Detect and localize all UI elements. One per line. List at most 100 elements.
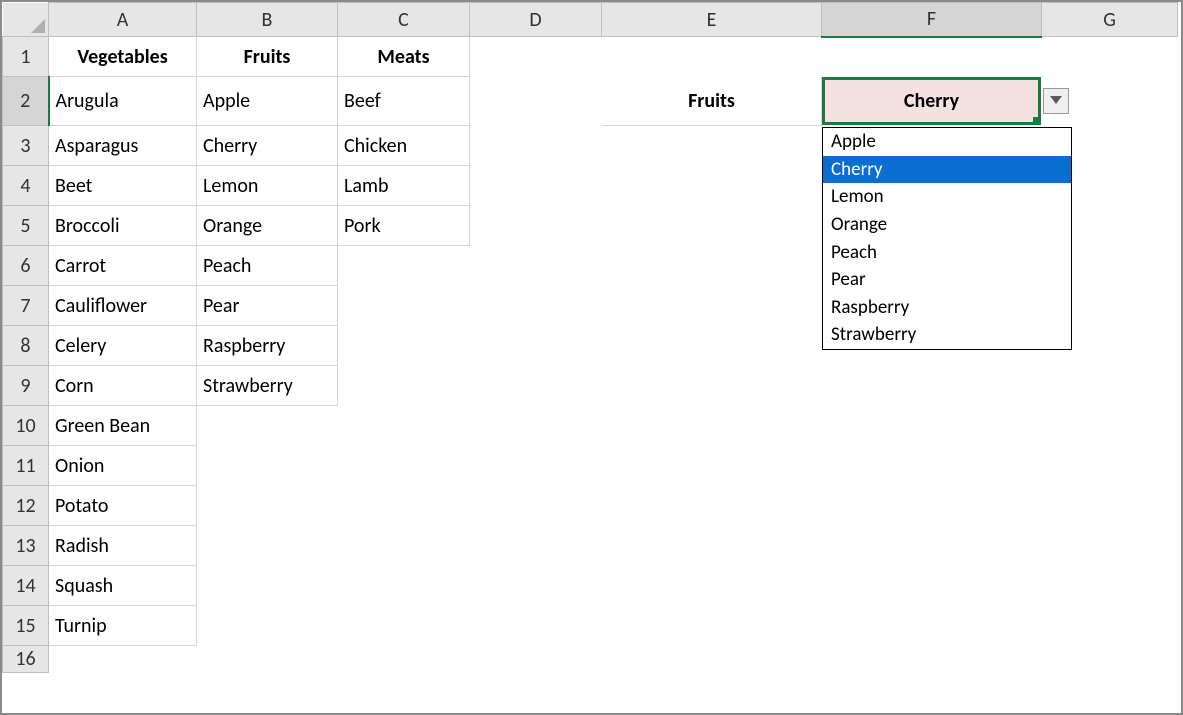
cell-C5[interactable]: Pork [338, 206, 470, 246]
cell-E16[interactable] [602, 646, 822, 673]
cell-E4[interactable] [602, 166, 822, 206]
cell-D11[interactable] [470, 446, 602, 486]
cell-A12[interactable]: Potato [49, 486, 197, 526]
col-header-G[interactable]: G [1042, 3, 1178, 37]
cell-D5[interactable] [470, 206, 602, 246]
cell-B12[interactable] [197, 486, 338, 526]
cell-E6[interactable] [602, 246, 822, 286]
col-header-E[interactable]: E [602, 3, 822, 37]
row-header-8[interactable]: 8 [3, 326, 49, 366]
cell-E1[interactable] [602, 37, 822, 77]
col-header-F[interactable]: F [822, 3, 1042, 37]
cell-F14[interactable] [822, 566, 1042, 606]
col-header-C[interactable]: C [338, 3, 470, 37]
cell-B13[interactable] [197, 526, 338, 566]
cell-C9[interactable] [338, 366, 470, 406]
cell-C13[interactable] [338, 526, 470, 566]
cell-A9[interactable]: Corn [49, 366, 197, 406]
cell-D3[interactable] [470, 126, 602, 166]
cell-B5[interactable]: Orange [197, 206, 338, 246]
cell-A11[interactable]: Onion [49, 446, 197, 486]
cell-C8[interactable] [338, 326, 470, 366]
cell-A13[interactable]: Radish [49, 526, 197, 566]
cell-C2[interactable]: Beef [338, 77, 470, 126]
cell-C16[interactable] [338, 646, 470, 673]
dropdown-option[interactable]: Pear [823, 266, 1071, 294]
cell-F2[interactable]: Cherry Apple Cherry Lemon Orange Peach P… [822, 77, 1042, 126]
row-header-7[interactable]: 7 [3, 286, 49, 326]
cell-A7[interactable]: Cauliflower [49, 286, 197, 326]
cell-E11[interactable] [602, 446, 822, 486]
cell-F1[interactable] [822, 37, 1042, 77]
row-header-2[interactable]: 2 [3, 77, 49, 126]
cell-C4[interactable]: Lamb [338, 166, 470, 206]
cell-G9[interactable] [1042, 366, 1178, 406]
cell-C7[interactable] [338, 286, 470, 326]
cell-E2-category[interactable]: Fruits [602, 77, 822, 126]
cell-C15[interactable] [338, 606, 470, 646]
row-header-10[interactable]: 10 [3, 406, 49, 446]
select-all-corner[interactable] [3, 3, 49, 37]
cell-B1[interactable]: Fruits [197, 37, 338, 77]
dropdown-option[interactable]: Apple [823, 128, 1071, 156]
row-header-4[interactable]: 4 [3, 166, 49, 206]
cell-G13[interactable] [1042, 526, 1178, 566]
cell-B8[interactable]: Raspberry [197, 326, 338, 366]
cell-F12[interactable] [822, 486, 1042, 526]
cell-D6[interactable] [470, 246, 602, 286]
cell-C11[interactable] [338, 446, 470, 486]
cell-B2[interactable]: Apple [197, 77, 338, 126]
grid-body[interactable]: 1 Vegetables Fruits Meats 2 Arugula Appl… [3, 37, 1178, 673]
cell-F10[interactable] [822, 406, 1042, 446]
cell-C1[interactable]: Meats [338, 37, 470, 77]
cell-E10[interactable] [602, 406, 822, 446]
cell-D13[interactable] [470, 526, 602, 566]
cell-D7[interactable] [470, 286, 602, 326]
cell-A15[interactable]: Turnip [49, 606, 197, 646]
cell-B11[interactable] [197, 446, 338, 486]
cell-D1[interactable] [470, 37, 602, 77]
cell-F13[interactable] [822, 526, 1042, 566]
cell-B16[interactable] [197, 646, 338, 673]
cell-E14[interactable] [602, 566, 822, 606]
cell-B14[interactable] [197, 566, 338, 606]
cell-F16[interactable] [822, 646, 1042, 673]
cell-C14[interactable] [338, 566, 470, 606]
dropdown-list[interactable]: Apple Cherry Lemon Orange Peach Pear Ras… [822, 127, 1072, 350]
cell-F9[interactable] [822, 366, 1042, 406]
row-header-11[interactable]: 11 [3, 446, 49, 486]
cell-D16[interactable] [470, 646, 602, 673]
cell-D12[interactable] [470, 486, 602, 526]
selected-value-cell[interactable]: Cherry [822, 77, 1041, 125]
row-header-14[interactable]: 14 [3, 566, 49, 606]
cell-A10[interactable]: Green Bean [49, 406, 197, 446]
cell-G10[interactable] [1042, 406, 1178, 446]
cell-C6[interactable] [338, 246, 470, 286]
row-header-1[interactable]: 1 [3, 37, 49, 77]
cell-E9[interactable] [602, 366, 822, 406]
col-header-A[interactable]: A [49, 3, 197, 37]
cell-B15[interactable] [197, 606, 338, 646]
cell-A16[interactable] [49, 646, 197, 673]
cell-E7[interactable] [602, 286, 822, 326]
cell-C12[interactable] [338, 486, 470, 526]
cell-B6[interactable]: Peach [197, 246, 338, 286]
cell-G15[interactable] [1042, 606, 1178, 646]
cell-A5[interactable]: Broccoli [49, 206, 197, 246]
cell-E5[interactable] [602, 206, 822, 246]
cell-A4[interactable]: Beet [49, 166, 197, 206]
row-header-6[interactable]: 6 [3, 246, 49, 286]
cell-A6[interactable]: Carrot [49, 246, 197, 286]
cell-G11[interactable] [1042, 446, 1178, 486]
dropdown-option[interactable]: Raspberry [823, 294, 1071, 322]
cell-G1[interactable] [1042, 37, 1178, 77]
cell-B7[interactable]: Pear [197, 286, 338, 326]
cell-F15[interactable] [822, 606, 1042, 646]
row-header-16[interactable]: 16 [3, 646, 49, 673]
dropdown-button[interactable] [1043, 88, 1069, 114]
cell-D4[interactable] [470, 166, 602, 206]
cell-B9[interactable]: Strawberry [197, 366, 338, 406]
cell-D8[interactable] [470, 326, 602, 366]
cell-B3[interactable]: Cherry [197, 126, 338, 166]
grid[interactable]: A B C D E F G 1 Vegetables Fruits Meats [2, 2, 1178, 673]
